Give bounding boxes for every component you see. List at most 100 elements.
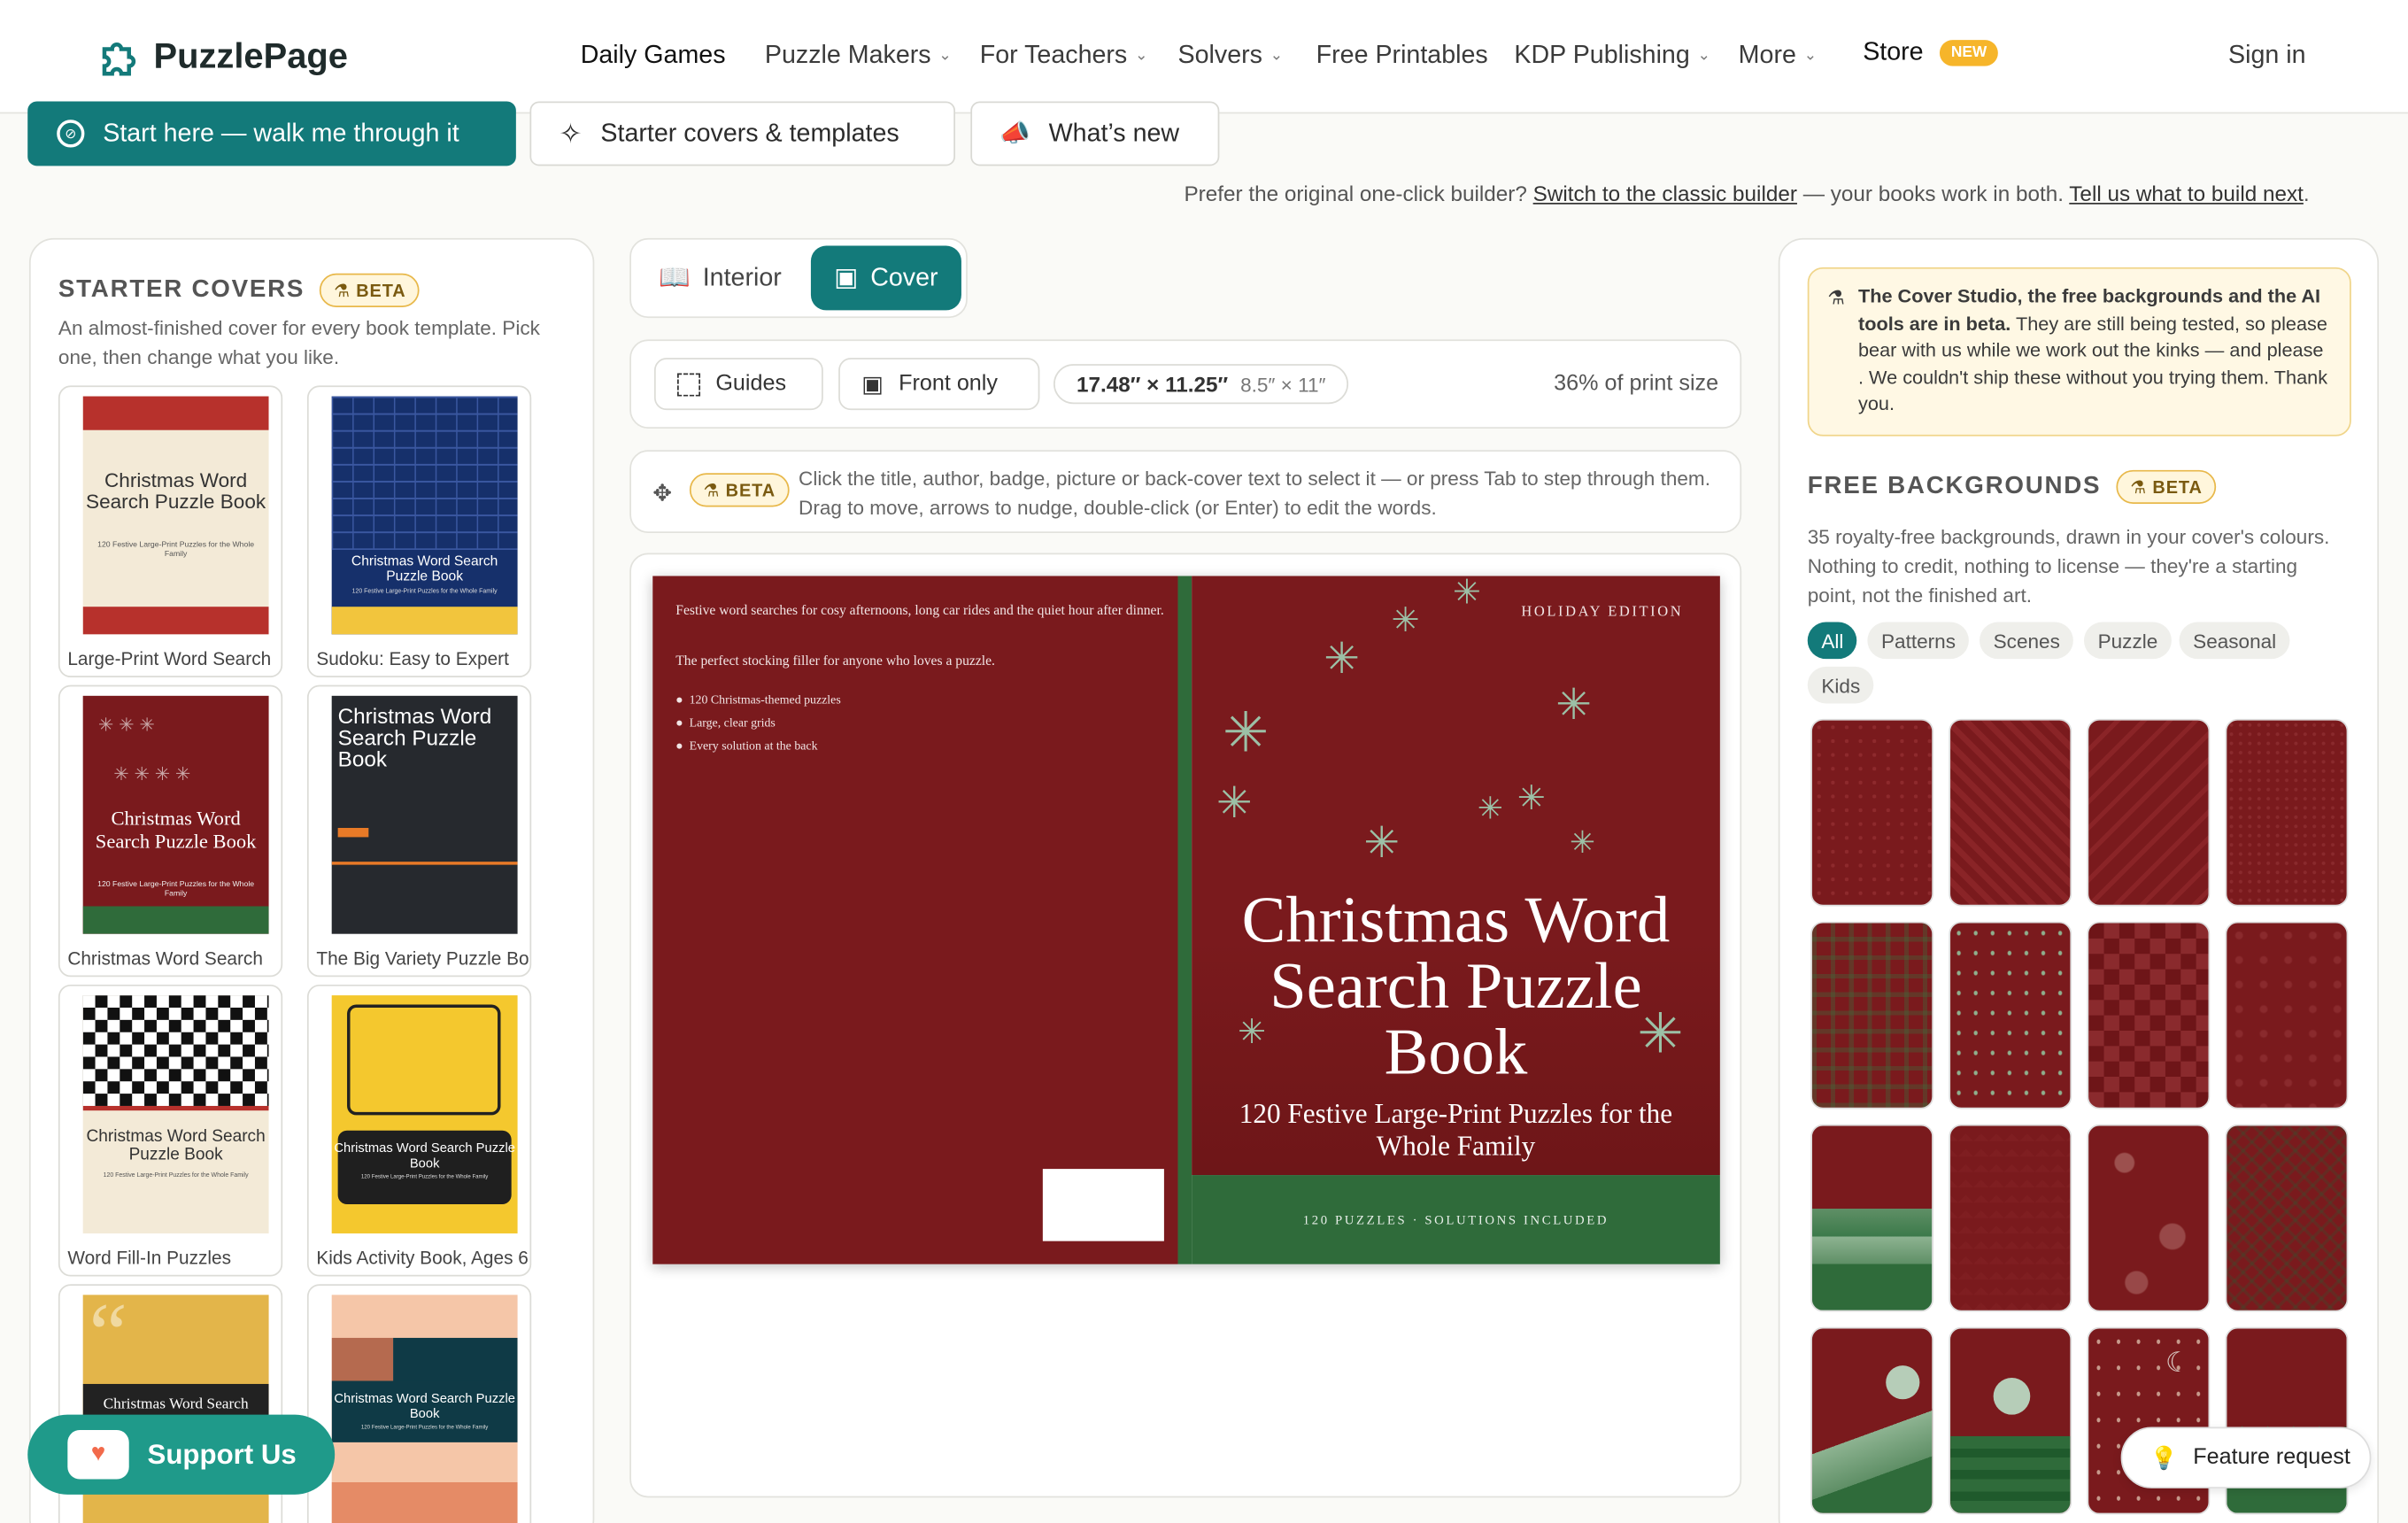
- tab-cover[interactable]: ▣ Cover: [810, 245, 961, 311]
- cover-toolbar: Guides ▣ Front only 17.48″ × 11.25″ 8.5″ ×…: [629, 339, 1742, 429]
- sign-in-link[interactable]: Sign in: [2228, 42, 2306, 71]
- starter-card-blocks[interactable]: Christmas Word Search Puzzle Book 120 Fe…: [306, 1284, 532, 1523]
- bullet-item: ● Large, clear grids: [675, 715, 776, 730]
- starter-card-kids[interactable]: Christmas Word Search Puzzle Book 120 Fe…: [306, 984, 532, 1277]
- background-tile[interactable]: [2225, 1124, 2349, 1312]
- cover-spread[interactable]: Festive word searches for cosy afternoon…: [652, 576, 1720, 1264]
- starter-card-variety[interactable]: Christmas Word Search Puzzle Book The Bi…: [306, 684, 532, 978]
- builder-notice: Prefer the original one-click builder? S…: [1184, 182, 2309, 206]
- notice-text: .: [2303, 181, 2310, 206]
- logo-text: PuzzlePage: [153, 35, 348, 75]
- nav-store[interactable]: Store NEW: [1863, 38, 1998, 67]
- starter-card-christmas[interactable]: ✳ ✳ ✳ ✳ ✳ ✳ ✳ Christmas Word Search Puzz…: [58, 684, 283, 978]
- trim-size: 8.5″ × 11″: [1240, 372, 1326, 396]
- background-tile[interactable]: [1949, 921, 2072, 1109]
- starter-card-fill-in[interactable]: Christmas Word Search Puzzle Book 120 Fe…: [58, 984, 283, 1277]
- card-caption: Sudoku: Easy to Expert: [316, 648, 509, 670]
- background-tile[interactable]: [2225, 718, 2349, 907]
- snowflake-icon: ✳: [1555, 680, 1592, 729]
- snowflake-icon: ✳: [1363, 818, 1401, 867]
- nav-kdp-publishing[interactable]: KDP Publishing ⌄: [1514, 42, 1710, 71]
- thumb-subtitle: 120 Festive Large-Print Puzzles for the …: [97, 540, 255, 560]
- card-caption: Kids Activity Book, Ages 6-9: [316, 1247, 529, 1269]
- nav-daily-games[interactable]: Daily Games: [581, 42, 726, 71]
- snowflake-icon: ✳: [1391, 600, 1420, 639]
- cover-subtitle[interactable]: 120 Festive Large-Print Puzzles for the …: [1207, 1098, 1704, 1163]
- edition-badge[interactable]: HOLIDAY EDITION: [1521, 605, 1683, 620]
- cover-thumbnail: Christmas Word Search Puzzle Book 120 Fe…: [82, 995, 269, 1233]
- starter-card-large-print[interactable]: Christmas Word Search Puzzle Book 120 Fe…: [58, 385, 283, 678]
- nav-puzzle-makers[interactable]: Puzzle Makers ⌄: [765, 42, 952, 71]
- free-backgrounds-heading: FREE BACKGROUNDS ⚗ BETA: [1807, 469, 2217, 504]
- tab-interior[interactable]: 📖 Interior: [659, 264, 782, 293]
- starter-covers-button[interactable]: ✧ Starter covers & templates: [529, 101, 955, 166]
- guides-button[interactable]: Guides: [653, 358, 823, 411]
- background-tile[interactable]: [1810, 718, 1933, 907]
- coffee-cup-icon: ♥: [67, 1430, 129, 1480]
- nav-for-teachers[interactable]: For Teachers ⌄: [980, 42, 1148, 71]
- starter-covers-heading: STARTER COVERS ⚗ BETA: [58, 273, 421, 307]
- classic-builder-link[interactable]: Switch to the classic builder: [1533, 182, 1797, 206]
- nav-label: Puzzle Makers: [764, 41, 931, 70]
- heading-text: FREE BACKGROUNDS: [1807, 473, 2102, 499]
- filter-chip-puzzle[interactable]: Puzzle: [2083, 622, 2172, 660]
- cover-thumbnail: Christmas Word Search Puzzle Book: [331, 695, 518, 934]
- print-size-label: 36% of print size: [1554, 371, 1719, 397]
- nav-solvers[interactable]: Solvers ⌄: [1178, 42, 1284, 71]
- background-tile[interactable]: [1810, 921, 1933, 1109]
- support-us-button[interactable]: ♥ Support Us: [27, 1414, 336, 1495]
- filter-chip-all[interactable]: All: [1807, 622, 1858, 660]
- button-label: Guides: [715, 371, 787, 397]
- bullet-item: ● Every solution at the back: [675, 738, 818, 754]
- backgrounds-description: 35 royalty-free backgrounds, drawn in yo…: [1807, 525, 2330, 607]
- button-label: Support Us: [147, 1438, 297, 1470]
- cover-thumbnail: ✳ ✳ ✳ ✳ ✳ ✳ ✳ Christmas Word Search Puzz…: [82, 695, 269, 934]
- nav-more[interactable]: More ⌄: [1739, 42, 1817, 71]
- thumb-title: Christmas Word Search Puzzle Book: [86, 1127, 266, 1164]
- button-label: What’s new: [1048, 119, 1180, 147]
- snowflake-icon: ✳: [1569, 826, 1595, 861]
- start-here-button[interactable]: ⊘ Start here — walk me through it: [27, 101, 516, 166]
- tab-label: Interior: [702, 264, 782, 292]
- front-cover-band[interactable]: 120 PUZZLES · SOLUTIONS INCLUDED: [1192, 1175, 1720, 1264]
- back-cover-blurb[interactable]: Festive word searches for cosy afternoon…: [675, 600, 1167, 621]
- background-tile[interactable]: [1949, 1124, 2072, 1312]
- bullet-text: Every solution at the back: [689, 738, 818, 754]
- front-cover[interactable]: HOLIDAY EDITION ✳ ✳ ✳ ✳ ✳ ✳ ✳ ✳ ✳ ✳ ✳ ✳ …: [1192, 576, 1720, 1176]
- image-icon: ▣: [861, 371, 884, 398]
- feedback-link[interactable]: Tell us what to build next: [2069, 182, 2304, 206]
- filter-chip-scenes[interactable]: Scenes: [1980, 622, 2074, 660]
- filter-chip-patterns[interactable]: Patterns: [1867, 622, 1970, 660]
- filter-chip-seasonal[interactable]: Seasonal: [2179, 622, 2290, 660]
- cover-footer[interactable]: 120 PUZZLES · SOLUTIONS INCLUDED: [1192, 1212, 1720, 1227]
- cover-title[interactable]: Christmas Word Search Puzzle Book: [1207, 888, 1704, 1086]
- back-cover[interactable]: Festive word searches for cosy afternoon…: [652, 576, 1178, 1264]
- whats-new-button[interactable]: 📣 What’s new: [970, 101, 1220, 166]
- starter-covers-description: An almost-finished cover for every book …: [58, 316, 540, 369]
- background-tile[interactable]: [2225, 921, 2349, 1109]
- thumb-title: Christmas Word Search Puzzle Book: [334, 1389, 515, 1421]
- background-tile[interactable]: [1810, 1124, 1933, 1312]
- button-label: Start here — walk me through it: [103, 119, 459, 147]
- feature-request-button[interactable]: 💡 Feature request: [2120, 1426, 2372, 1488]
- logo[interactable]: PuzzlePage: [98, 34, 348, 77]
- nav-free-printables[interactable]: Free Printables: [1316, 42, 1488, 71]
- background-tile[interactable]: [1949, 1326, 2072, 1515]
- back-cover-bullets[interactable]: ● 120 Christmas-themed puzzles ● Large, …: [675, 688, 840, 757]
- thumb-title: Christmas Word Search Puzzle Book: [334, 1140, 515, 1171]
- starter-card-sudoku[interactable]: Christmas Word Search Puzzle Book 120 Fe…: [306, 385, 532, 678]
- beta-badge: ⚗ BETA: [689, 473, 790, 507]
- background-tile[interactable]: [1949, 718, 2072, 907]
- spine[interactable]: [1177, 576, 1192, 1264]
- barcode-area[interactable]: [1042, 1169, 1164, 1241]
- filter-chip-kids[interactable]: Kids: [1807, 666, 1874, 704]
- background-tile[interactable]: [2087, 921, 2211, 1109]
- front-only-button[interactable]: ▣ Front only: [838, 358, 1040, 411]
- background-tile[interactable]: [2087, 1124, 2211, 1312]
- heading-text: STARTER COVERS: [58, 276, 305, 303]
- cover-thumbnail: Christmas Word Search Puzzle Book 120 Fe…: [82, 396, 269, 635]
- back-cover-line[interactable]: The perfect stocking filler for anyone w…: [675, 653, 995, 668]
- background-tile[interactable]: [2087, 718, 2211, 907]
- background-tile[interactable]: [1810, 1326, 1933, 1515]
- moon-icon: ☾: [2165, 1347, 2190, 1379]
